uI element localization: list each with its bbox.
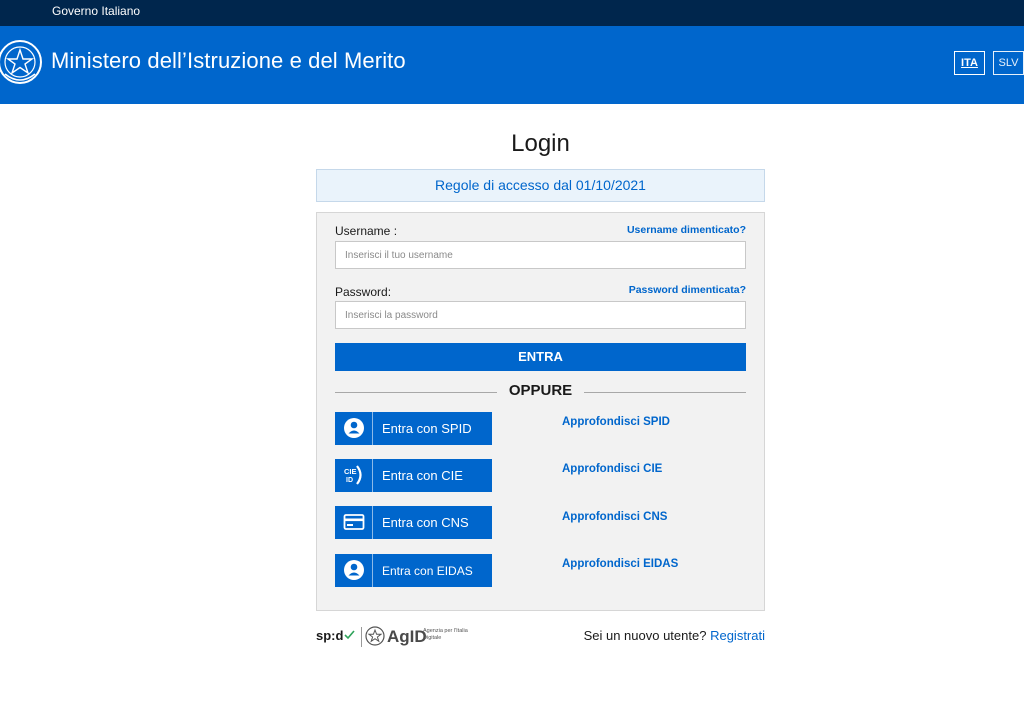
- spid-login-button[interactable]: Entra con SPID: [335, 412, 492, 445]
- divider-right: [584, 392, 746, 393]
- cie-id-icon: CIE ID: [335, 459, 373, 492]
- user-circle-icon: [335, 554, 373, 587]
- card-icon: [335, 506, 373, 539]
- password-forgot-link[interactable]: Password dimenticata?: [629, 284, 746, 296]
- republic-emblem-icon: [0, 40, 42, 84]
- lang-slv-button[interactable]: SLV: [993, 51, 1024, 75]
- top-bar: Governo Italiano: [0, 0, 1024, 26]
- register-link[interactable]: Registrati: [710, 628, 765, 643]
- eidas-login-button[interactable]: Entra con EIDAS: [335, 554, 492, 587]
- svg-text:CIE: CIE: [344, 467, 357, 476]
- new-user-text: Sei un nuovo utente?: [583, 628, 707, 643]
- new-user-prompt: Sei un nuovo utente? Registrati: [584, 628, 765, 643]
- ministry-title: Ministero dell’Istruzione e del Merito: [51, 48, 406, 73]
- header: Ministero dell’Istruzione e del Merito I…: [0, 26, 1024, 104]
- agid-subtitle: Agenzia per l'Italia Digitale: [423, 628, 468, 641]
- learn-cns-link[interactable]: Approfondisci CNS: [562, 511, 667, 523]
- username-label: Username :: [335, 224, 398, 238]
- svg-text:ID: ID: [346, 477, 353, 484]
- spid-logo: sp:d: [316, 628, 356, 643]
- username-input[interactable]: [335, 241, 746, 269]
- learn-spid-link[interactable]: Approfondisci SPID: [562, 416, 670, 428]
- divider-left: [335, 392, 497, 393]
- user-circle-icon: [335, 412, 373, 445]
- spid-login-label: Entra con SPID: [382, 421, 472, 436]
- access-rules-link[interactable]: Regole di accesso dal 01/10/2021: [316, 169, 765, 202]
- page-title: Login: [511, 130, 570, 157]
- cns-login-label: Entra con CNS: [382, 515, 469, 530]
- oppure-label: OPPURE: [508, 382, 573, 399]
- cie-login-label: Entra con CIE: [382, 468, 463, 483]
- agid-logo: AgID: [387, 627, 427, 646]
- governo-italiano-link[interactable]: Governo Italiano: [52, 4, 140, 18]
- lang-ita-button[interactable]: ITA: [954, 51, 985, 75]
- eidas-login-label: Entra con EIDAS: [382, 564, 473, 578]
- learn-eidas-link[interactable]: Approfondisci EIDAS: [562, 558, 678, 570]
- login-panel: Username : Username dimenticato? Passwor…: [316, 212, 765, 611]
- cie-login-button[interactable]: CIE ID Entra con CIE: [335, 459, 492, 492]
- username-forgot-link[interactable]: Username dimenticato?: [627, 224, 746, 236]
- learn-cie-link[interactable]: Approfondisci CIE: [562, 463, 662, 475]
- footer-logos: sp:d AgID Agenzia per l'Italia Digitale: [316, 625, 516, 649]
- logo-separator: [361, 627, 362, 647]
- spid-logo-text: sp:d: [316, 628, 344, 643]
- password-label: Password:: [335, 285, 392, 299]
- password-input[interactable]: [335, 301, 746, 329]
- spid-check-icon: [344, 630, 356, 640]
- agid-emblem-icon: [365, 626, 385, 646]
- entra-button[interactable]: ENTRA: [335, 343, 746, 371]
- cns-login-button[interactable]: Entra con CNS: [335, 506, 492, 539]
